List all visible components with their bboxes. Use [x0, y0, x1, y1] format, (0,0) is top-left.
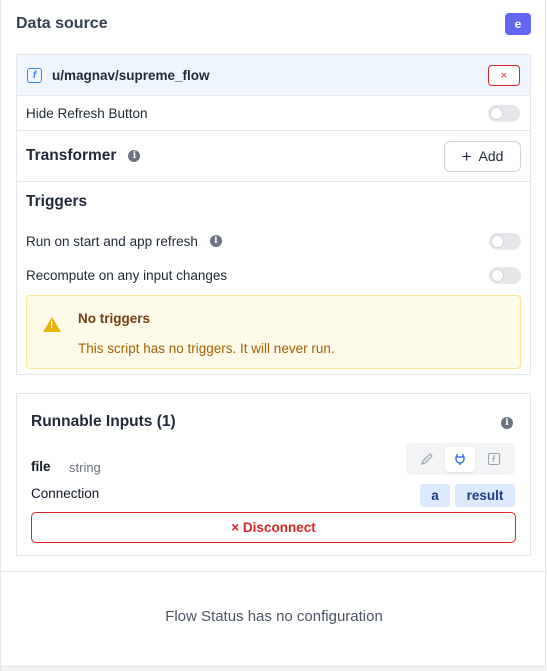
plus-icon: +	[461, 146, 472, 166]
recompute-label: Recompute on any input changes	[26, 267, 228, 283]
info-icon[interactable]: i	[209, 235, 222, 247]
runnable-inputs-title: Runnable Inputs (1)	[31, 413, 176, 430]
disconnect-button[interactable]: × Disconnect	[31, 512, 516, 543]
warning-text: This script has no triggers. It will nev…	[78, 341, 335, 356]
input-name: file	[31, 459, 51, 474]
recompute-row: Recompute on any input changes	[26, 265, 521, 285]
plug-icon[interactable]	[445, 446, 476, 472]
recompute-toggle[interactable]	[489, 266, 521, 284]
input-mode-toggle	[406, 443, 515, 475]
settings-panel: Data source e f u/magnav/supreme_flow × …	[0, 0, 547, 671]
triggers-section: Triggers Run on start and app refresh i …	[17, 182, 530, 369]
divider	[1, 571, 547, 572]
info-icon[interactable]: i	[128, 150, 141, 162]
connected-component-chip[interactable]: a	[420, 484, 450, 507]
connected-output-chip[interactable]: result	[455, 484, 515, 507]
warning-icon: !	[43, 317, 61, 332]
run-on-start-row: Run on start and app refresh i	[26, 231, 521, 251]
hide-refresh-label: Hide Refresh Button	[26, 105, 148, 121]
function-icon[interactable]	[479, 447, 509, 472]
add-transformer-label: Add	[478, 148, 504, 164]
hide-refresh-toggle[interactable]	[488, 104, 520, 122]
data-source-header: Data source e	[16, 13, 531, 35]
hide-refresh-row: Hide Refresh Button	[17, 96, 530, 131]
data-source-box: f u/magnav/supreme_flow × Hide Refresh B…	[16, 54, 531, 375]
run-on-start-label-wrap: Run on start and app refresh i	[26, 234, 222, 249]
transformer-row: Transformer i + Add	[17, 131, 530, 182]
add-transformer-button[interactable]: + Add	[444, 140, 521, 172]
run-on-start-label: Run on start and app refresh	[26, 233, 198, 249]
no-triggers-alert: ! No triggers This script has no trigger…	[26, 295, 521, 369]
runnable-inputs-section: Runnable Inputs (1) i file string Connec…	[16, 393, 531, 556]
input-type: string	[69, 460, 101, 475]
flow-icon: f	[27, 67, 42, 83]
remove-source-button[interactable]: ×	[488, 65, 520, 86]
pencil-icon[interactable]	[412, 447, 442, 472]
component-id-badge[interactable]: e	[505, 13, 531, 35]
flow-status-message: Flow Status has no configuration	[165, 608, 383, 625]
flow-path: u/magnav/supreme_flow	[52, 67, 210, 83]
flow-source-row: f u/magnav/supreme_flow ×	[17, 55, 530, 96]
triggers-title: Triggers	[26, 193, 88, 210]
transformer-title-wrap: Transformer i	[26, 147, 141, 165]
data-source-title: Data source	[16, 15, 108, 32]
info-icon[interactable]: i	[501, 417, 513, 429]
bottom-divider	[1, 666, 547, 671]
warning-title: No triggers	[78, 311, 151, 326]
transformer-title: Transformer	[26, 147, 117, 164]
run-on-start-toggle[interactable]	[489, 232, 521, 250]
connection-chips: a result	[420, 484, 515, 507]
connection-label: Connection	[31, 486, 100, 501]
